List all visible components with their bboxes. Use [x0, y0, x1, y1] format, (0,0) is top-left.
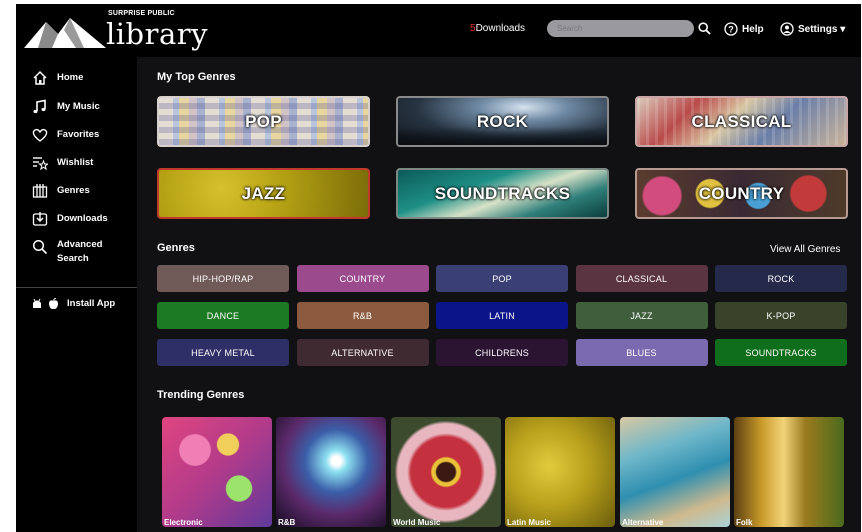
mountain-logo-icon [24, 18, 106, 48]
help-button[interactable]: ? Help [724, 19, 764, 39]
downloads-link[interactable]: 5Downloads [470, 23, 525, 34]
sidebar-item-my-music[interactable]: My Music [31, 98, 100, 116]
genres-heading: Genres [157, 242, 195, 254]
sidebar-item-label: Advanced [57, 239, 103, 250]
svg-text:?: ? [728, 25, 734, 35]
top-genre-label: JAZZ [241, 183, 286, 203]
download-icon [31, 210, 49, 228]
sidebar-item-advanced-search[interactable]: Advanced Search [31, 238, 102, 266]
trending-card-world-music[interactable] [391, 417, 501, 527]
genre-pill[interactable]: LATIN [436, 302, 568, 329]
trending-label: R&B [278, 518, 296, 527]
wishlist-star-icon [31, 154, 49, 172]
sidebar-item-label: My Music [57, 101, 100, 112]
trending-genres-heading: Trending Genres [157, 389, 245, 401]
sidebar-divider [16, 287, 137, 288]
genre-pill[interactable]: K-POP [715, 302, 847, 329]
trending-card-alternative[interactable] [620, 417, 730, 527]
top-genre-card-pop[interactable]: POP [157, 96, 370, 147]
top-genre-card-rock[interactable]: ROCK [396, 96, 609, 147]
trending-label: Electronic [164, 518, 203, 527]
apple-icon [49, 298, 58, 310]
genre-pill[interactable]: R&B [296, 302, 429, 329]
sidebar-item-wishlist[interactable]: Wishlist [31, 154, 93, 172]
sidebar-item-label: Favorites [57, 129, 100, 140]
genres-icon [31, 182, 49, 200]
genre-pill[interactable]: COUNTRY [296, 265, 429, 292]
view-all-genres-link[interactable]: View All Genres [770, 244, 840, 255]
top-bar: SURPRISE PUBLIC library 5Downloads ? Hel… [16, 4, 861, 57]
genre-pill[interactable]: ALTERNATIVE [296, 339, 429, 366]
top-genre-label: SOUNDTRACKS [434, 183, 571, 203]
android-icon [33, 298, 41, 308]
top-genre-label: CLASSICAL [691, 111, 792, 131]
genre-pill[interactable]: POP [436, 265, 568, 292]
top-genre-label: POP [245, 111, 282, 131]
downloads-label: Downloads [475, 23, 526, 34]
genre-pill[interactable]: HIP-HOP/RAP [157, 265, 289, 292]
genre-pill[interactable]: BLUES [575, 339, 708, 366]
install-app-label: Install App [67, 298, 116, 309]
sidebar-item-label: Genres [57, 185, 90, 196]
search-icon [31, 238, 49, 256]
genre-pill[interactable]: SOUNDTRACKS [715, 339, 847, 366]
top-genre-card-country[interactable]: COUNTRY [635, 168, 848, 219]
user-circle-icon [780, 22, 794, 36]
trending-label: Alternative [622, 518, 664, 527]
sidebar-item-label: Downloads [57, 213, 108, 224]
top-genre-label: ROCK [476, 111, 529, 131]
trending-label: World Music [393, 518, 441, 527]
music-note-icon [31, 98, 49, 116]
library-logo[interactable]: SURPRISE PUBLIC library [24, 10, 224, 54]
sidebar-item-favorites[interactable]: Favorites [31, 126, 99, 144]
top-genre-card-jazz[interactable]: JAZZ [157, 168, 370, 219]
genre-pill[interactable]: ROCK [715, 265, 847, 292]
search-input[interactable] [547, 20, 694, 37]
genre-pill[interactable]: CHILDRENS [436, 339, 568, 366]
app-window: SURPRISE PUBLIC library 5Downloads ? Hel… [16, 4, 861, 532]
sidebar-item-downloads[interactable]: Downloads [31, 210, 108, 228]
question-circle-icon: ? [724, 22, 738, 36]
settings-menu[interactable]: Settings ▾ [780, 19, 845, 39]
search-icon[interactable] [698, 22, 711, 35]
trending-card-rnb[interactable] [276, 417, 386, 527]
sidebar-item-label: Wishlist [57, 157, 94, 168]
sidebar: Home My Music Favorites Wishlist Genres [16, 57, 137, 532]
trending-card-latin-music[interactable] [505, 417, 615, 527]
help-label: Help [742, 23, 764, 35]
trending-label: Folk [736, 518, 753, 527]
settings-label: Settings ▾ [798, 23, 846, 35]
sidebar-item-home[interactable]: Home [31, 69, 83, 87]
home-icon [31, 69, 49, 87]
genre-pill[interactable]: DANCE [157, 302, 289, 329]
trending-card-electronic[interactable] [162, 417, 272, 527]
sidebar-item-label: Home [57, 72, 84, 83]
sidebar-item-genres[interactable]: Genres [31, 182, 90, 200]
logo-title: library [106, 17, 209, 51]
sidebar-item-label-line2: Search [57, 253, 89, 264]
genre-pill[interactable]: JAZZ [575, 302, 708, 329]
top-genre-label: COUNTRY [698, 183, 785, 203]
logo-subtitle: SURPRISE PUBLIC [108, 10, 175, 17]
top-genre-card-soundtracks[interactable]: SOUNDTRACKS [396, 168, 609, 219]
trending-label: Latin Music [507, 518, 552, 527]
install-app-link[interactable]: Install App [31, 297, 115, 311]
genre-pill[interactable]: CLASSICAL [575, 265, 708, 292]
trending-card-folk[interactable] [734, 417, 844, 527]
genre-pill[interactable]: HEAVY METAL [157, 339, 289, 366]
top-genres-heading: My Top Genres [157, 71, 236, 83]
heart-icon [31, 126, 49, 144]
top-genre-card-classical[interactable]: CLASSICAL [635, 96, 848, 147]
